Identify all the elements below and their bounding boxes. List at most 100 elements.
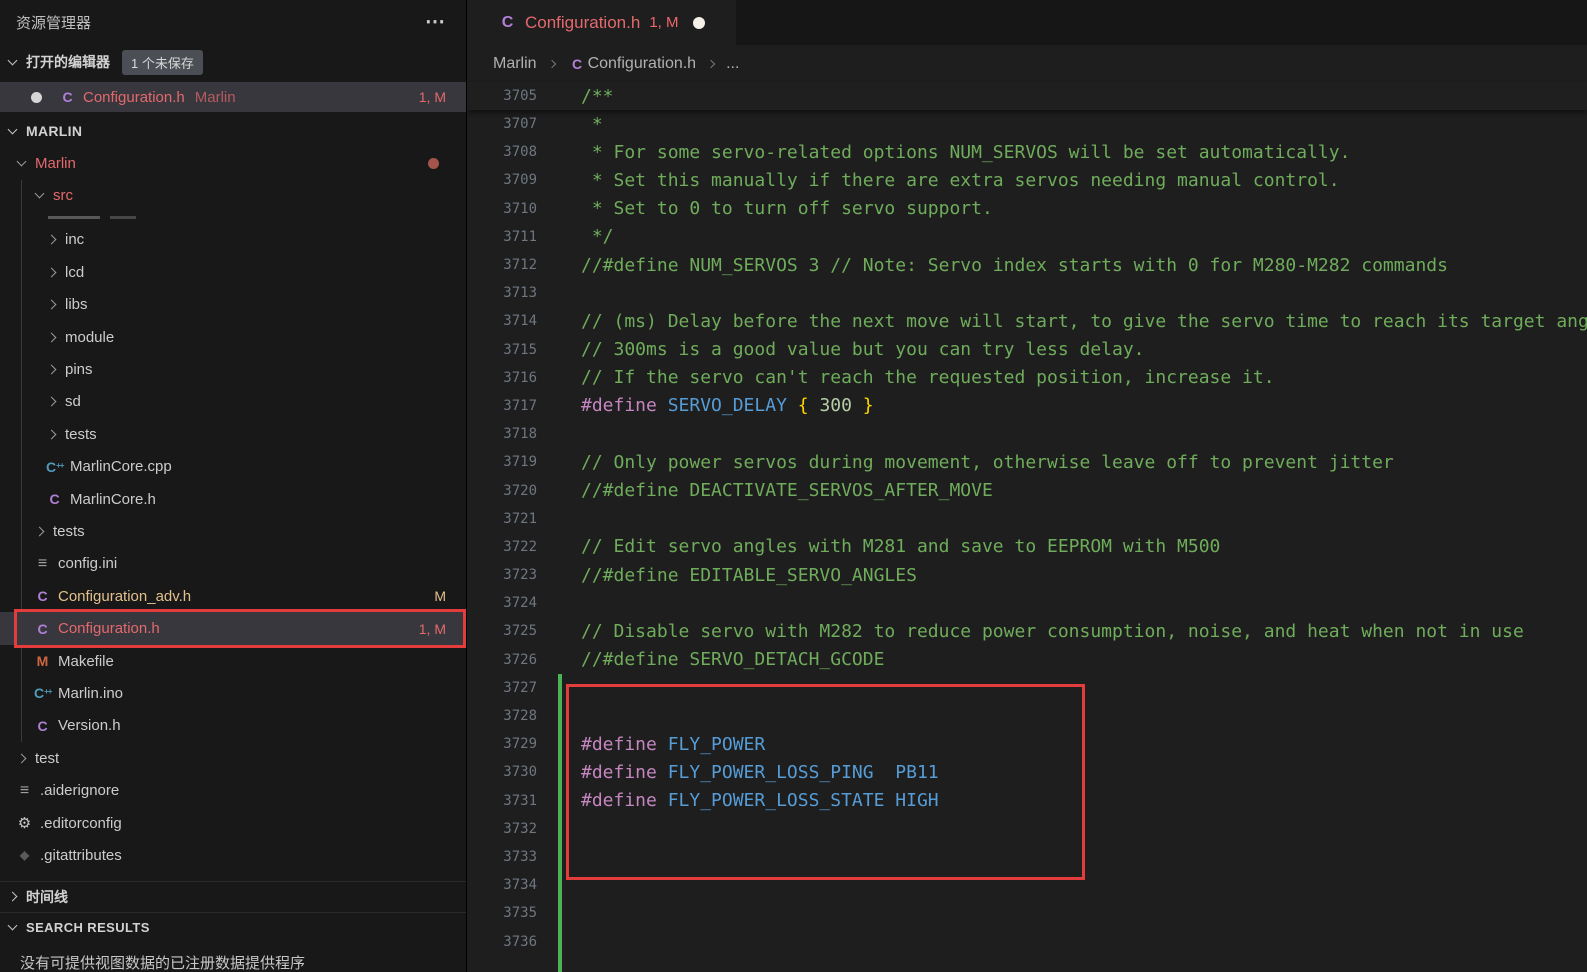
tree-item-.gitattributes[interactable]: ◆.gitattributes: [0, 839, 466, 871]
code-line[interactable]: 3730#define FLY_POWER_LOSS_PING PB11: [468, 758, 1587, 786]
code-line[interactable]: 3710 * Set to 0 to turn off servo suppor…: [468, 195, 1587, 223]
line-number[interactable]: 3712: [468, 257, 537, 273]
tree-item-Makefile[interactable]: MMakefile: [0, 645, 466, 677]
line-number[interactable]: 3716: [468, 370, 537, 386]
code-line[interactable]: 3722// Edit servo angles with M281 and s…: [468, 533, 1587, 561]
tree-item-.editorconfig[interactable]: ⚙.editorconfig: [0, 807, 466, 839]
code-token: // Disable servo with M282 to reduce pow…: [581, 621, 1524, 642]
tab-configuration-h[interactable]: C Configuration.h 1, M: [468, 0, 736, 45]
line-number[interactable]: 3727: [468, 680, 537, 696]
tree-item-tests[interactable]: tests: [0, 418, 466, 450]
code-line[interactable]: 3721: [468, 505, 1587, 533]
breadcrumb-item-symbol[interactable]: ...: [726, 55, 739, 73]
code-line[interactable]: 3715// 300ms is a good value but you can…: [468, 336, 1587, 364]
open-editors-section-header[interactable]: 打开的编辑器 1 个未保存: [0, 48, 466, 76]
tree-item-test[interactable]: test: [0, 742, 466, 774]
open-editor-item-configuration-h[interactable]: C Configuration.h Marlin 1, M: [0, 82, 466, 112]
line-number[interactable]: 3711: [468, 229, 537, 245]
line-number[interactable]: 3726: [468, 652, 537, 668]
code-line[interactable]: 3735: [468, 899, 1587, 927]
search-results-section-header[interactable]: SEARCH RESULTS: [0, 912, 466, 943]
code-line[interactable]: 3709 * Set this manually if there are ex…: [468, 166, 1587, 194]
unsaved-dot-icon[interactable]: [693, 17, 705, 29]
tree-item-inc[interactable]: inc: [0, 224, 466, 256]
tree-item-Configuration.h[interactable]: CConfiguration.h1, M: [0, 612, 466, 644]
tree-item-Version.h[interactable]: CVersion.h: [0, 710, 466, 742]
tree-item-Marlin[interactable]: Marlin: [0, 147, 466, 179]
breadcrumb-item-folder[interactable]: Marlin: [493, 55, 537, 73]
code-line[interactable]: 3732: [468, 815, 1587, 843]
code-line[interactable]: 3707 *: [468, 110, 1587, 138]
code-line[interactable]: 3712//#define NUM_SERVOS 3 // Note: Serv…: [468, 251, 1587, 279]
workspace-section-header[interactable]: MARLIN: [0, 117, 466, 145]
breadcrumb-item-file[interactable]: Configuration.h: [588, 55, 697, 73]
tree-item-Marlin.ino[interactable]: CMarlin.ino: [0, 677, 466, 709]
chevron-right-icon: [47, 397, 57, 407]
line-number[interactable]: 3735: [468, 905, 537, 921]
line-number[interactable]: 3710: [468, 201, 537, 217]
line-number[interactable]: 3722: [468, 539, 537, 555]
code-viewport[interactable]: 3707 *3708 * For some servo-related opti…: [468, 110, 1587, 972]
line-number[interactable]: 3728: [468, 708, 537, 724]
line-number[interactable]: 3714: [468, 313, 537, 329]
line-number[interactable]: 3733: [468, 849, 537, 865]
tree-item-tests[interactable]: tests: [0, 515, 466, 547]
code-line[interactable]: 3725 // Disable servo with M282 to reduce…: [468, 617, 1587, 645]
tree-item-.aiderignore[interactable]: ≡.aiderignore: [0, 774, 466, 806]
line-number[interactable]: 3723: [468, 567, 537, 583]
code-line[interactable]: 3728: [468, 702, 1587, 730]
tree-item-src[interactable]: src: [0, 179, 466, 211]
tree-item-lcd[interactable]: lcd: [0, 256, 466, 288]
code-line[interactable]: 3736: [468, 927, 1587, 955]
line-number[interactable]: 3713: [468, 285, 537, 301]
tree-item-pins[interactable]: pins: [0, 353, 466, 385]
tree-item-sd[interactable]: sd: [0, 386, 466, 418]
sticky-scroll-line[interactable]: 3705/**: [468, 82, 1587, 110]
line-number[interactable]: 3720: [468, 483, 537, 499]
tree-item-module[interactable]: module: [0, 321, 466, 353]
line-number[interactable]: 3736: [468, 934, 537, 950]
line-number[interactable]: 3705: [468, 88, 537, 104]
line-number[interactable]: 3732: [468, 821, 537, 837]
line-number[interactable]: 3729: [468, 736, 537, 752]
line-number[interactable]: 3718: [468, 426, 537, 442]
code-line[interactable]: 3711 */: [468, 223, 1587, 251]
tree-item-Configuration_adv.h[interactable]: CConfiguration_adv.hM: [0, 580, 466, 612]
code-line[interactable]: 3726//#define SERVO_DETACH_GCODE: [468, 646, 1587, 674]
tree-item-config.ini[interactable]: ≡config.ini: [0, 548, 466, 580]
code-line[interactable]: 3724: [468, 589, 1587, 617]
code-line[interactable]: 3718: [468, 420, 1587, 448]
code-line[interactable]: 3717#define SERVO_DELAY { 300 }: [468, 392, 1587, 420]
code-line[interactable]: 3729#define FLY_POWER: [468, 730, 1587, 758]
line-number[interactable]: 3721: [468, 511, 537, 527]
line-number[interactable]: 3717: [468, 398, 537, 414]
line-number[interactable]: 3730: [468, 764, 537, 780]
line-number[interactable]: 3725: [468, 623, 537, 639]
line-number[interactable]: 3709: [468, 172, 537, 188]
code-line[interactable]: 3720//#define DEACTIVATE_SERVOS_AFTER_MO…: [468, 476, 1587, 504]
code-line[interactable]: 3716// If the servo can't reach the requ…: [468, 364, 1587, 392]
line-number[interactable]: 3731: [468, 793, 537, 809]
tree-item-MarlinCore.h[interactable]: CMarlinCore.h: [0, 483, 466, 515]
code-line[interactable]: 3723//#define EDITABLE_SERVO_ANGLES: [468, 561, 1587, 589]
code-line[interactable]: 3714// (ms) Delay before the next move w…: [468, 307, 1587, 335]
line-number[interactable]: 3715: [468, 342, 537, 358]
tree-item-libs[interactable]: libs: [0, 289, 466, 321]
code-line[interactable]: 3719// Only power servos during movement…: [468, 448, 1587, 476]
line-number[interactable]: 3734: [468, 877, 537, 893]
line-number[interactable]: 3724: [468, 595, 537, 611]
line-number[interactable]: 3719: [468, 454, 537, 470]
code-line[interactable]: 3734: [468, 871, 1587, 899]
code-line[interactable]: 3731#define FLY_POWER_LOSS_STATE HIGH: [468, 787, 1587, 815]
tree-item-MarlinCore.cpp[interactable]: CMarlinCore.cpp: [0, 451, 466, 483]
unsaved-count-badge: 1 个未保存: [122, 50, 203, 75]
code-line[interactable]: 3733: [468, 843, 1587, 871]
more-actions-icon[interactable]: ⋯: [425, 17, 446, 27]
timeline-section-header[interactable]: 时间线: [0, 881, 466, 912]
line-number[interactable]: 3707: [468, 116, 537, 132]
code-line[interactable]: 3713: [468, 279, 1587, 307]
line-number[interactable]: 3708: [468, 144, 537, 160]
code-line[interactable]: 3705/**: [468, 82, 1587, 110]
code-line[interactable]: 3708 * For some servo-related options NU…: [468, 138, 1587, 166]
code-line[interactable]: 3727: [468, 674, 1587, 702]
